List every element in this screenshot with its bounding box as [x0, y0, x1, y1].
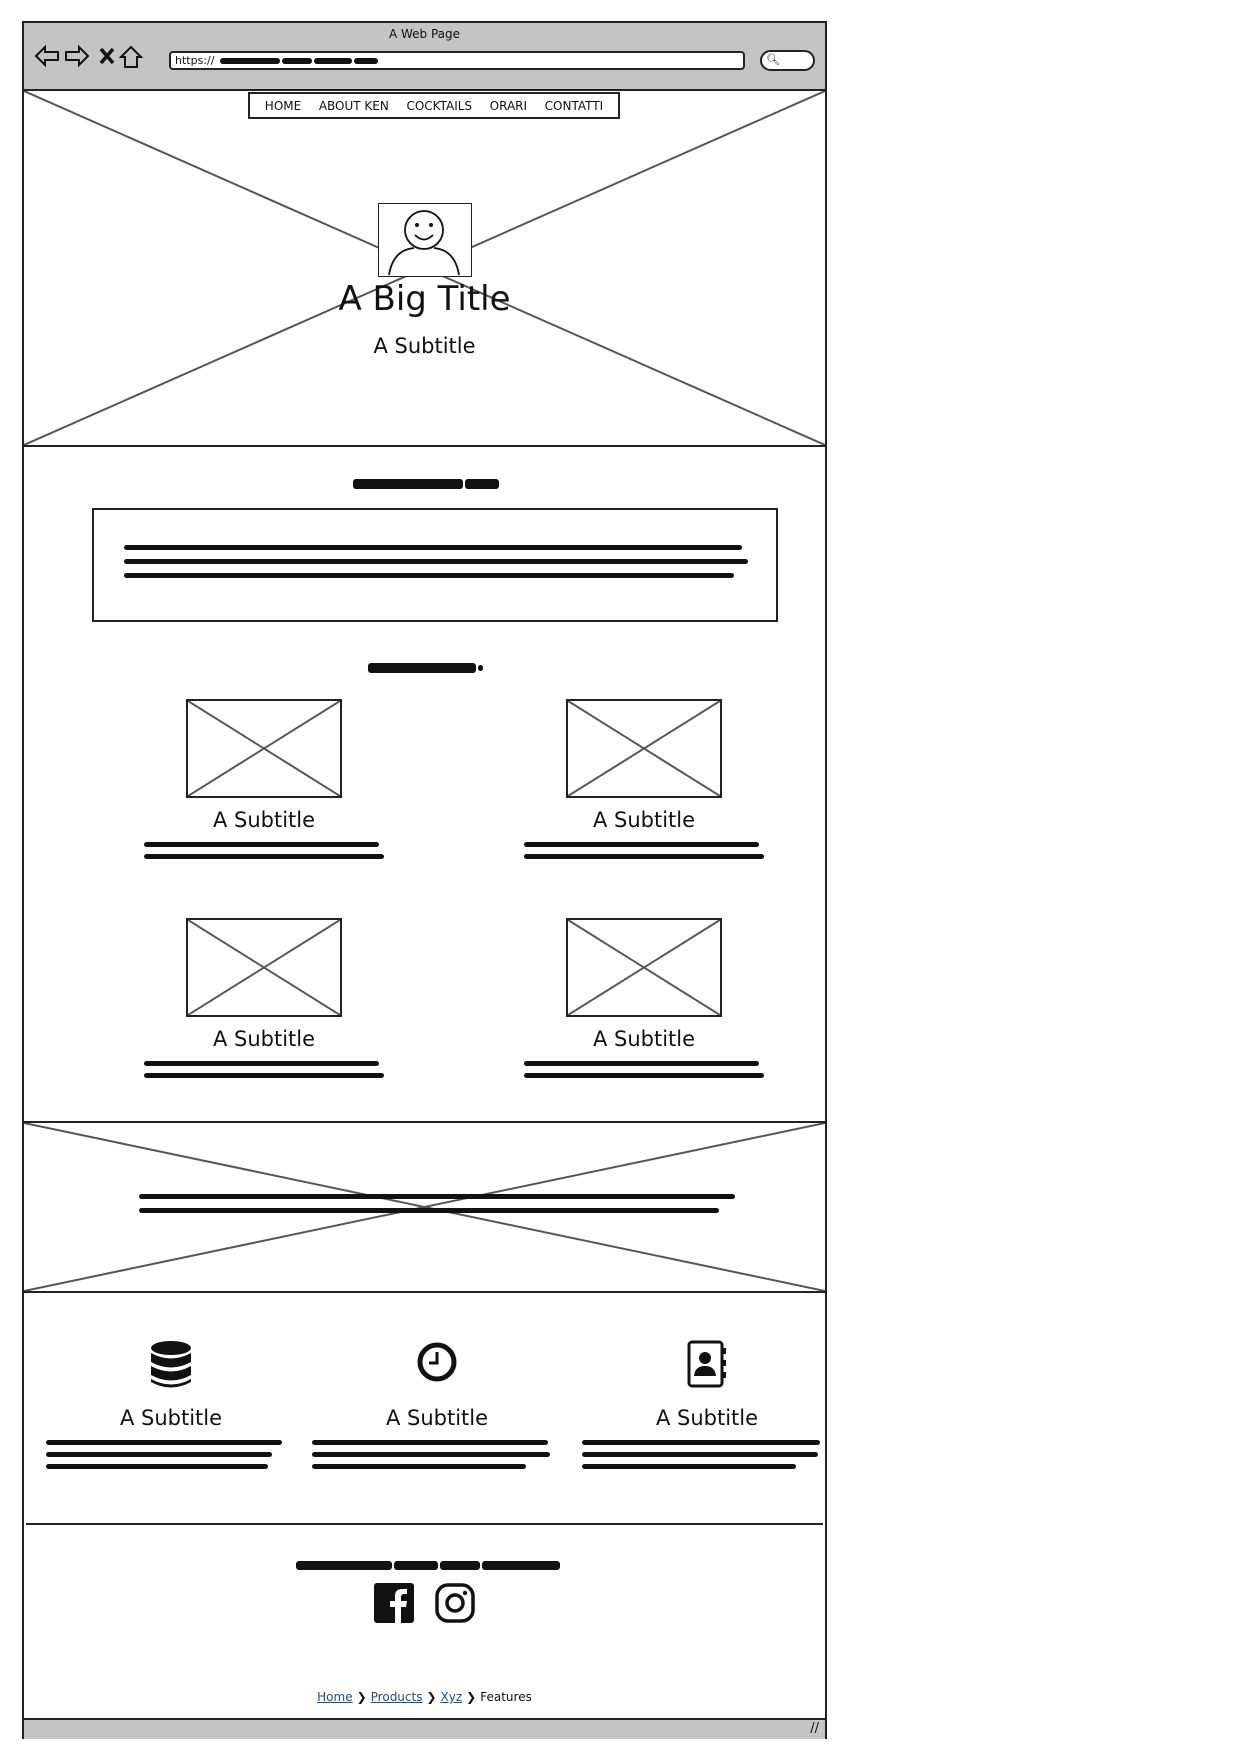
- image-placeholder: [566, 699, 722, 798]
- close-icon: [99, 47, 115, 65]
- contact-book-icon: [687, 1340, 726, 1388]
- image-placeholder: [186, 699, 342, 798]
- breadcrumb-home[interactable]: Home: [317, 1690, 352, 1704]
- breadcrumb-current: Features: [480, 1690, 532, 1704]
- card: A Subtitle: [114, 918, 414, 1085]
- card-subtitle: A Subtitle: [212, 1027, 316, 1051]
- home-icon: [118, 45, 144, 68]
- image-placeholder: [566, 918, 722, 1017]
- database-icon: [151, 1341, 191, 1388]
- forward-button[interactable]: [64, 44, 90, 70]
- footer: Home ❯ Products ❯ Xyz ❯ Features: [26, 1523, 823, 1718]
- breadcrumb-products[interactable]: Products: [371, 1690, 423, 1704]
- arrow-right-icon: [65, 44, 90, 68]
- card: A Subtitle: [114, 699, 414, 866]
- social-links: [26, 1583, 823, 1627]
- card: A Subtitle: [494, 918, 794, 1085]
- feature-item: A Subtitle: [312, 1340, 562, 1476]
- image-placeholder: [186, 918, 342, 1017]
- back-button[interactable]: [34, 44, 60, 70]
- page-subtitle: A Subtitle: [373, 334, 476, 358]
- section-heading: [24, 473, 825, 492]
- chevron-right-icon: ❯: [356, 1690, 367, 1704]
- home-button[interactable]: [118, 44, 144, 70]
- feature-item: A Subtitle: [582, 1340, 832, 1476]
- nav-item-orari[interactable]: ORARI: [490, 99, 527, 113]
- page-title: A Big Title: [338, 279, 511, 319]
- window-title: A Web Page: [388, 27, 461, 41]
- footer-heading: [26, 1555, 827, 1574]
- nav-item-about[interactable]: ABOUT KEN: [319, 99, 389, 113]
- feature-item: A Subtitle: [46, 1340, 296, 1476]
- card: A Subtitle: [494, 699, 794, 866]
- instagram-icon[interactable]: [435, 1583, 475, 1623]
- arrow-left-icon: [34, 44, 59, 68]
- search-icon: 🔍︎: [766, 53, 780, 66]
- chevron-right-icon: ❯: [426, 1690, 437, 1704]
- avatar: [378, 203, 472, 277]
- clock-icon: [417, 1342, 457, 1382]
- nav-item-home[interactable]: HOME: [265, 99, 301, 113]
- browser-toolbar: A Web Page https:// 🔍︎: [24, 23, 825, 91]
- url-prefix: https://: [175, 54, 215, 67]
- search-button[interactable]: 🔍︎: [760, 50, 815, 71]
- chevron-right-icon: ❯: [466, 1690, 477, 1704]
- breadcrumb: Home ❯ Products ❯ Xyz ❯ Features: [26, 1690, 823, 1704]
- breadcrumb-xyz[interactable]: Xyz: [441, 1690, 463, 1704]
- nav-item-cocktails[interactable]: COCKTAILS: [406, 99, 472, 113]
- section-heading: [24, 657, 825, 676]
- feature-subtitle: A Subtitle: [655, 1406, 759, 1430]
- card-subtitle: A Subtitle: [592, 1027, 696, 1051]
- main-nav: HOME ABOUT KEN COCKTAILS ORARI CONTATTI: [248, 92, 620, 119]
- banner-section: [24, 1121, 825, 1293]
- card-subtitle: A Subtitle: [212, 808, 316, 832]
- facebook-icon[interactable]: [373, 1583, 414, 1623]
- status-bar: //: [24, 1718, 825, 1739]
- feature-subtitle: A Subtitle: [385, 1406, 489, 1430]
- browser-window: A Web Page https:// 🔍︎ HOME ABOUT KEN CO…: [22, 21, 827, 1739]
- intro-text-box: [92, 508, 778, 622]
- resize-grip-icon[interactable]: //: [810, 1721, 819, 1736]
- feature-subtitle: A Subtitle: [119, 1406, 223, 1430]
- nav-item-contatti[interactable]: CONTATTI: [545, 99, 603, 113]
- user-avatar-icon: [388, 210, 460, 276]
- stop-button[interactable]: [94, 44, 120, 70]
- address-bar[interactable]: https://: [169, 51, 745, 70]
- hero-section: HOME ABOUT KEN COCKTAILS ORARI CONTATTI …: [24, 91, 825, 447]
- card-subtitle: A Subtitle: [592, 808, 696, 832]
